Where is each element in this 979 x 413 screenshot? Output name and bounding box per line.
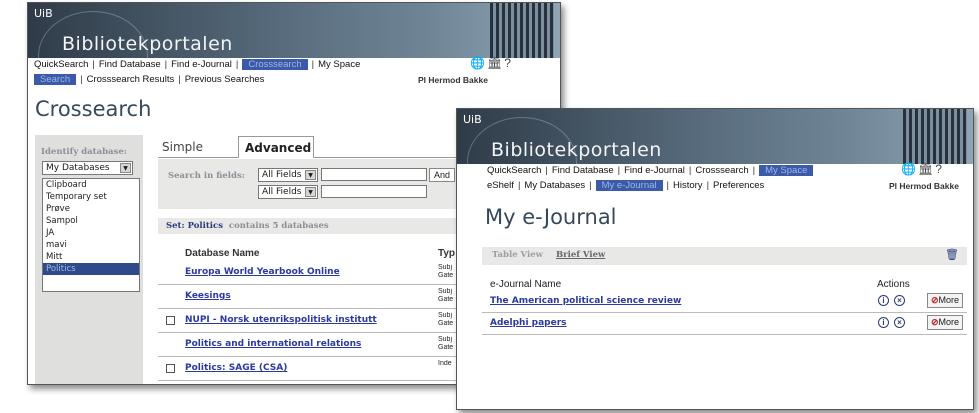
banner: UiB Bibliotekportalen xyxy=(28,3,560,58)
building-image xyxy=(490,3,554,58)
database-type: Subj Gate xyxy=(438,288,454,303)
database-type: Subj Gate xyxy=(438,312,454,327)
trash-icon[interactable]: 🗑 xyxy=(945,248,959,261)
nav-row-main: QuickSearch | Find Database | Find e-Journal… xyxy=(34,59,361,70)
table-row: Adelphi papers i × ⊘More xyxy=(482,313,967,335)
remove-icon[interactable]: × xyxy=(894,295,905,306)
database-checkbox[interactable] xyxy=(166,364,175,373)
list-item[interactable]: Mitt xyxy=(43,251,139,263)
list-item[interactable]: Sampol xyxy=(43,215,139,227)
list-item[interactable]: Prøve xyxy=(43,203,139,215)
nav-quicksearch[interactable]: QuickSearch xyxy=(34,59,88,70)
remove-icon[interactable]: × xyxy=(894,317,905,328)
database-set-select[interactable]: My Databases ▼ xyxy=(42,161,133,175)
subnav-history[interactable]: History xyxy=(673,180,703,191)
database-link[interactable]: Politics and international relations xyxy=(185,339,361,349)
column-header-database-name: Database Name xyxy=(185,248,260,259)
identify-database-label: Identify database: xyxy=(41,147,127,157)
tab-simple[interactable]: Simple xyxy=(162,136,203,158)
subnav-search[interactable]: Search xyxy=(34,74,77,85)
app-title: Bibliotekportalen xyxy=(62,33,233,55)
nav-find-ejournal[interactable]: Find e-Journal xyxy=(171,59,232,70)
column-header-type: Typ xyxy=(438,248,456,259)
subnav-crosssearch-results[interactable]: Crosssearch Results xyxy=(87,74,175,85)
building-image xyxy=(903,109,967,164)
column-header-actions: Actions xyxy=(877,279,910,290)
subnav-my-databases[interactable]: My Databases xyxy=(524,180,585,191)
header-icons: 🌐🏛? xyxy=(901,162,944,176)
column-header-ejournal-name: e-Journal Name xyxy=(490,279,562,290)
field-select-1[interactable]: All Fields ▼ xyxy=(258,168,318,182)
list-item[interactable]: Clipboard xyxy=(43,179,139,191)
subnav-my-ejournal[interactable]: My e-Journal xyxy=(595,180,663,191)
list-item[interactable]: mavi xyxy=(43,239,139,251)
nav-my-space[interactable]: My Space xyxy=(759,165,814,176)
database-link[interactable]: Keesings xyxy=(185,291,231,301)
chevron-down-icon: ▼ xyxy=(305,170,316,180)
page-title: My e-Journal xyxy=(485,205,617,229)
nav-crosssearch[interactable]: Crosssearch xyxy=(695,165,748,176)
list-item[interactable]: Temporary set xyxy=(43,191,139,203)
nav-find-ejournal[interactable]: Find e-Journal xyxy=(624,165,685,176)
subnav-eshelf[interactable]: eShelf xyxy=(487,180,514,191)
database-link[interactable]: NUPI - Norsk utenrikspolitisk institutt xyxy=(185,315,377,325)
nav-find-database[interactable]: Find Database xyxy=(99,59,161,70)
table-row: The American political science review i … xyxy=(482,291,967,313)
my-ejournal-window: UiB Bibliotekportalen QuickSearch | Find D… xyxy=(456,108,974,410)
list-item[interactable]: JA xyxy=(43,227,139,239)
field-select-2[interactable]: All Fields ▼ xyxy=(258,185,318,199)
more-button[interactable]: ⊘More xyxy=(926,293,963,308)
user-name: Pl Hermod Bakke xyxy=(889,181,959,191)
ejournal-link[interactable]: Adelphi papers xyxy=(490,318,567,328)
database-set-list[interactable]: Clipboard Temporary set Prøve Sampol JA … xyxy=(42,178,140,292)
database-type: Inde xyxy=(438,360,452,367)
search-in-fields-label: Search in fields: xyxy=(168,171,245,181)
brand-logo: UiB xyxy=(463,113,482,126)
search-term-input-1[interactable] xyxy=(321,168,427,181)
top-navigation: QuickSearch | Find Database | Find e-Journal… xyxy=(28,56,560,88)
user-name: Pl Hermod Bakke xyxy=(418,75,488,85)
database-checkbox[interactable] xyxy=(166,316,175,325)
globe-icon[interactable]: 🌐 xyxy=(901,162,918,176)
info-icon[interactable]: i xyxy=(878,317,889,328)
top-navigation: QuickSearch | Find Database | Find e-Journal… xyxy=(457,162,973,194)
header-icons: 🌐🏛? xyxy=(470,56,513,70)
app-title: Bibliotekportalen xyxy=(491,139,662,161)
database-link[interactable]: Europa World Yearbook Online xyxy=(185,267,340,277)
more-button[interactable]: ⊘More xyxy=(926,315,963,330)
view-toolbar: Table View Brief View 🗑 xyxy=(482,247,967,265)
list-item-selected[interactable]: Politics xyxy=(43,263,139,275)
nav-my-space[interactable]: My Space xyxy=(318,59,360,70)
database-type: Subj Gate xyxy=(438,264,454,279)
set-contains: contains 5 databases xyxy=(228,221,329,231)
library-icon[interactable]: 🏛 xyxy=(487,56,504,70)
globe-icon[interactable]: 🌐 xyxy=(470,56,487,70)
banner: UiB Bibliotekportalen xyxy=(457,109,973,164)
nav-row-sub: Search | Crosssearch Results | Previous Sear… xyxy=(34,74,264,85)
brief-view-link[interactable]: Brief View xyxy=(556,250,605,260)
brand-logo: UiB xyxy=(34,7,53,20)
nav-row-sub: eShelf | My Databases | My e-Journal | History… xyxy=(487,180,765,191)
database-type: Subj Gate xyxy=(438,336,454,351)
nav-find-database[interactable]: Find Database xyxy=(552,165,614,176)
subnav-previous-searches[interactable]: Previous Searches xyxy=(185,74,265,85)
tab-advanced[interactable]: Advanced xyxy=(238,136,314,158)
help-icon[interactable]: ? xyxy=(504,56,513,70)
database-link[interactable]: Politics: SAGE (CSA) xyxy=(185,363,287,373)
info-icon[interactable]: i xyxy=(878,295,889,306)
chevron-down-icon: ▼ xyxy=(305,187,316,197)
page-title: Crossearch xyxy=(35,97,152,121)
chevron-down-icon: ▼ xyxy=(120,163,131,173)
boolean-operator-select[interactable]: And xyxy=(429,168,456,182)
set-name: Set: Politics xyxy=(166,221,223,231)
nav-row-main: QuickSearch | Find Database | Find e-Journal… xyxy=(487,165,814,176)
nav-crosssearch[interactable]: Crosssearch xyxy=(242,59,308,70)
nav-quicksearch[interactable]: QuickSearch xyxy=(487,165,541,176)
subnav-preferences[interactable]: Preferences xyxy=(713,180,764,191)
help-icon[interactable]: ? xyxy=(935,162,944,176)
table-view-label: Table View xyxy=(492,250,543,260)
search-term-input-2[interactable] xyxy=(321,185,427,198)
library-icon[interactable]: 🏛 xyxy=(918,162,935,176)
ejournal-link[interactable]: The American political science review xyxy=(490,296,681,306)
